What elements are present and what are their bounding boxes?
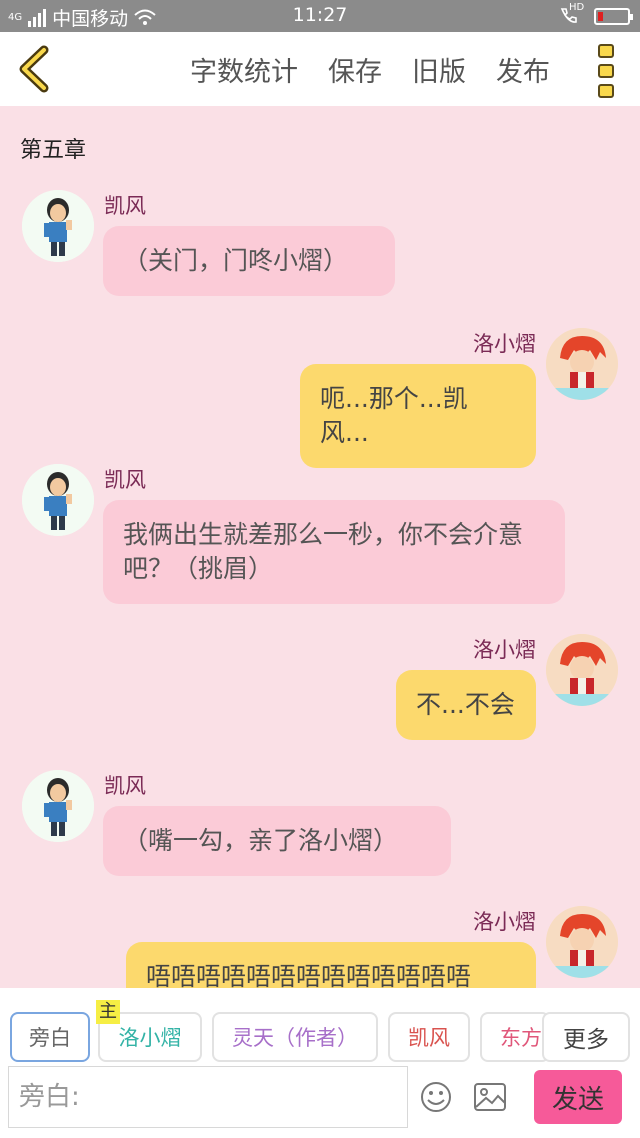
- speaker-name: 凯风: [104, 468, 146, 492]
- speaker-name: 凯风: [104, 194, 146, 218]
- input-row: 发送: [0, 1066, 640, 1130]
- status-right: HD: [558, 2, 633, 26]
- toolbar-actions: 字数统计 保存 旧版 发布: [190, 50, 550, 89]
- status-time: 11:27: [292, 4, 348, 26]
- role-selector: 旁白 主 洛小熠 灵天（作者） 凯风 东方 更多: [0, 1000, 640, 1062]
- message-bubble[interactable]: 不...不会: [396, 670, 536, 740]
- message-input[interactable]: [9, 1067, 407, 1127]
- save-button[interactable]: 保存: [328, 50, 382, 89]
- speaker-name: 洛小熠: [473, 332, 536, 356]
- image-icon[interactable]: [472, 1080, 508, 1114]
- editor-toolbar: 字数统计 保存 旧版 发布: [0, 32, 640, 106]
- hd-call-icon: HD: [558, 2, 584, 26]
- role-kaifeng[interactable]: 凯风: [388, 1012, 470, 1062]
- more-roles-button[interactable]: 更多: [542, 1012, 630, 1062]
- message-bubble[interactable]: （嘴一勾，亲了洛小熠）: [103, 806, 451, 876]
- speaker-name: 洛小熠: [473, 910, 536, 934]
- message-bubble[interactable]: 我俩出生就差那么一秒，你不会介意吧？（挑眉）: [103, 500, 565, 604]
- avatar-kaifeng[interactable]: [22, 464, 94, 536]
- hd-label: HD: [569, 2, 585, 13]
- message-bubble[interactable]: （关门，门咚小熠）: [103, 226, 395, 296]
- word-count-button[interactable]: 字数统计: [190, 50, 298, 89]
- avatar-luoxiaoyi[interactable]: [546, 906, 618, 978]
- speaker-name: 洛小熠: [473, 638, 536, 662]
- emoji-icon[interactable]: [418, 1080, 454, 1114]
- compose-panel: 旁白 主 洛小熠 灵天（作者） 凯风 东方 更多 发送: [0, 988, 640, 1138]
- avatar-kaifeng[interactable]: [22, 770, 94, 842]
- message-input-box[interactable]: [8, 1066, 408, 1128]
- back-arrow-icon[interactable]: [14, 44, 54, 94]
- main-role-badge: 主: [96, 1000, 120, 1024]
- avatar-kaifeng[interactable]: [22, 190, 94, 262]
- publish-button[interactable]: 发布: [496, 50, 550, 89]
- role-dongfang[interactable]: 东方: [480, 1012, 550, 1062]
- avatar-luoxiaoyi[interactable]: [546, 634, 618, 706]
- send-button[interactable]: 发送: [534, 1070, 622, 1124]
- role-lingtian-author[interactable]: 灵天（作者）: [212, 1012, 378, 1062]
- old-version-button[interactable]: 旧版: [412, 50, 466, 89]
- speaker-name: 凯风: [104, 774, 146, 798]
- message-bubble[interactable]: 呃...那个...凯风...: [300, 364, 536, 468]
- battery-icon: [594, 7, 633, 25]
- message-bubble[interactable]: 唔唔唔唔唔唔唔唔唔唔唔唔唔: [126, 942, 536, 988]
- more-menu-icon[interactable]: [598, 44, 618, 98]
- chapter-title: 第五章: [20, 138, 87, 163]
- avatar-luoxiaoyi[interactable]: [546, 328, 618, 400]
- role-narration[interactable]: 旁白: [10, 1012, 90, 1062]
- status-bar: 4G 中国移动 11:27 HD: [0, 0, 640, 32]
- chat-area[interactable]: 第五章 凯风 （关门，门咚小熠） 洛小熠 呃...那个...凯风... 凯风 我…: [0, 106, 640, 988]
